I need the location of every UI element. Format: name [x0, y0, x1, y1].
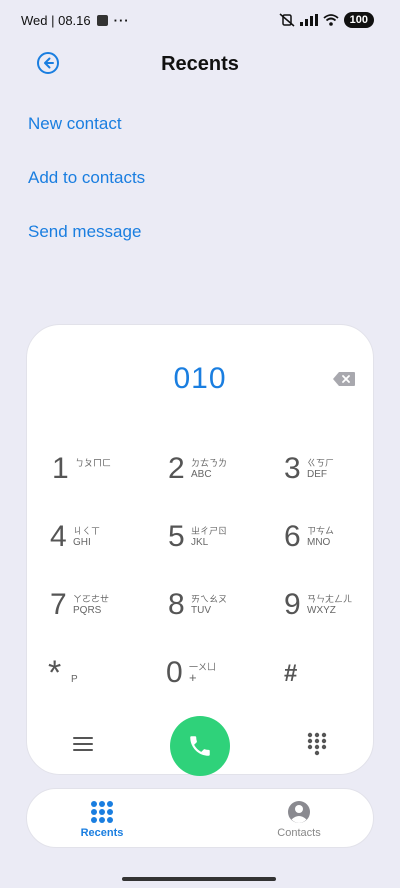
key-5[interactable]: 5 ㄓㄔㄕㄖ JKL	[168, 520, 264, 572]
key-zhuyin: ㄐㄑㄒ	[73, 527, 101, 537]
key-letters: PQRS	[73, 605, 102, 616]
key-zhuyin: ㄓㄔㄕㄖ	[191, 527, 228, 537]
bottom-navigation: Recents Contacts	[26, 788, 374, 848]
key-digit: 4	[50, 520, 67, 553]
keypad-toggle-button[interactable]	[306, 732, 328, 756]
back-arrow-icon	[37, 52, 59, 74]
backspace-button[interactable]	[332, 371, 356, 387]
more-notifications-icon: ···	[113, 12, 130, 28]
key-letters: +	[189, 670, 197, 685]
key-letters: WXYZ	[307, 605, 336, 616]
key-zhuyin: ㄚㄛㄜㄝ	[73, 595, 110, 605]
key-digit: 3	[284, 452, 301, 485]
key-letters: GHI	[73, 537, 91, 548]
tab-contacts[interactable]: Contacts	[249, 789, 349, 849]
grid-dots-icon	[91, 800, 113, 823]
signal-icon	[299, 14, 318, 26]
key-digit: 0	[166, 656, 183, 689]
header: Recents	[0, 46, 400, 82]
key-zhuyin: ㄗㄘㄙ	[307, 527, 335, 537]
key-star[interactable]: * P	[48, 654, 144, 708]
key-3[interactable]: 3 ㄍㄎㄏ DEF	[284, 452, 380, 504]
person-icon	[288, 800, 310, 823]
key-letters: ABC	[191, 469, 212, 480]
key-digit: 8	[168, 588, 185, 621]
status-left: Wed | 08.16 ···	[21, 13, 130, 28]
key-letters: MNO	[307, 537, 331, 548]
key-zhuyin: ㄉㄊㄋㄌ	[191, 459, 228, 469]
key-zhuyin: ㄞㄟㄠㄡ	[191, 595, 228, 605]
key-4[interactable]: 4 ㄐㄑㄒ GHI	[50, 520, 146, 572]
key-zhuyin: ㄢㄣㄤㄥㄦ	[307, 595, 353, 605]
back-button[interactable]	[36, 51, 60, 75]
wifi-icon	[323, 14, 339, 26]
notification-icon	[96, 14, 108, 26]
key-zhuyin: ㄅㄆㄇㄈ	[75, 459, 112, 469]
key-letters: P	[71, 674, 78, 685]
key-zhuyin: ㄍㄎㄏ	[307, 459, 335, 469]
vibrate-off-icon	[279, 13, 295, 27]
menu-button[interactable]	[72, 734, 94, 754]
keypad-icon	[307, 732, 327, 756]
key-8[interactable]: 8 ㄞㄟㄠㄡ TUV	[168, 588, 264, 640]
key-digit: 9	[284, 588, 301, 621]
key-letters: TUV	[191, 605, 211, 616]
tab-contacts-label: Contacts	[277, 826, 321, 839]
key-7[interactable]: 7 ㄚㄛㄜㄝ PQRS	[50, 588, 146, 640]
key-0[interactable]: 0 一ㄨㄩ +	[166, 656, 262, 708]
tab-recents[interactable]: Recents	[52, 789, 152, 849]
key-digit: 6	[284, 520, 301, 553]
home-indicator[interactable]	[122, 877, 276, 881]
menu-icon	[73, 737, 93, 751]
battery-indicator: 100	[343, 12, 374, 28]
key-2[interactable]: 2 ㄉㄊㄋㄌ ABC	[168, 452, 264, 504]
key-digit: #	[284, 660, 298, 687]
call-button[interactable]	[170, 716, 230, 776]
key-letters: JKL	[191, 537, 209, 548]
send-message-link[interactable]: Send message	[28, 222, 141, 242]
key-digit: 7	[50, 588, 67, 621]
page-title: Recents	[161, 52, 239, 75]
phone-icon	[190, 736, 210, 756]
status-bar: Wed | 08.16 ··· 100	[0, 0, 400, 40]
key-letters: DEF	[307, 469, 327, 480]
key-6[interactable]: 6 ㄗㄘㄙ MNO	[284, 520, 380, 572]
key-digit: 5	[168, 520, 185, 553]
key-9[interactable]: 9 ㄢㄣㄤㄥㄦ WXYZ	[284, 588, 380, 640]
backspace-icon	[333, 372, 355, 386]
key-hash[interactable]: #	[284, 656, 380, 708]
status-right: 100	[279, 12, 374, 28]
key-1[interactable]: 1 ㄅㄆㄇㄈ	[52, 452, 148, 504]
new-contact-link[interactable]: New contact	[28, 114, 122, 134]
key-digit: *	[48, 654, 62, 692]
key-digit: 1	[52, 452, 69, 485]
tab-recents-label: Recents	[80, 826, 124, 839]
add-to-contacts-link[interactable]: Add to contacts	[28, 168, 145, 188]
key-digit: 2	[168, 452, 185, 485]
status-time: Wed | 08.16	[21, 12, 91, 28]
